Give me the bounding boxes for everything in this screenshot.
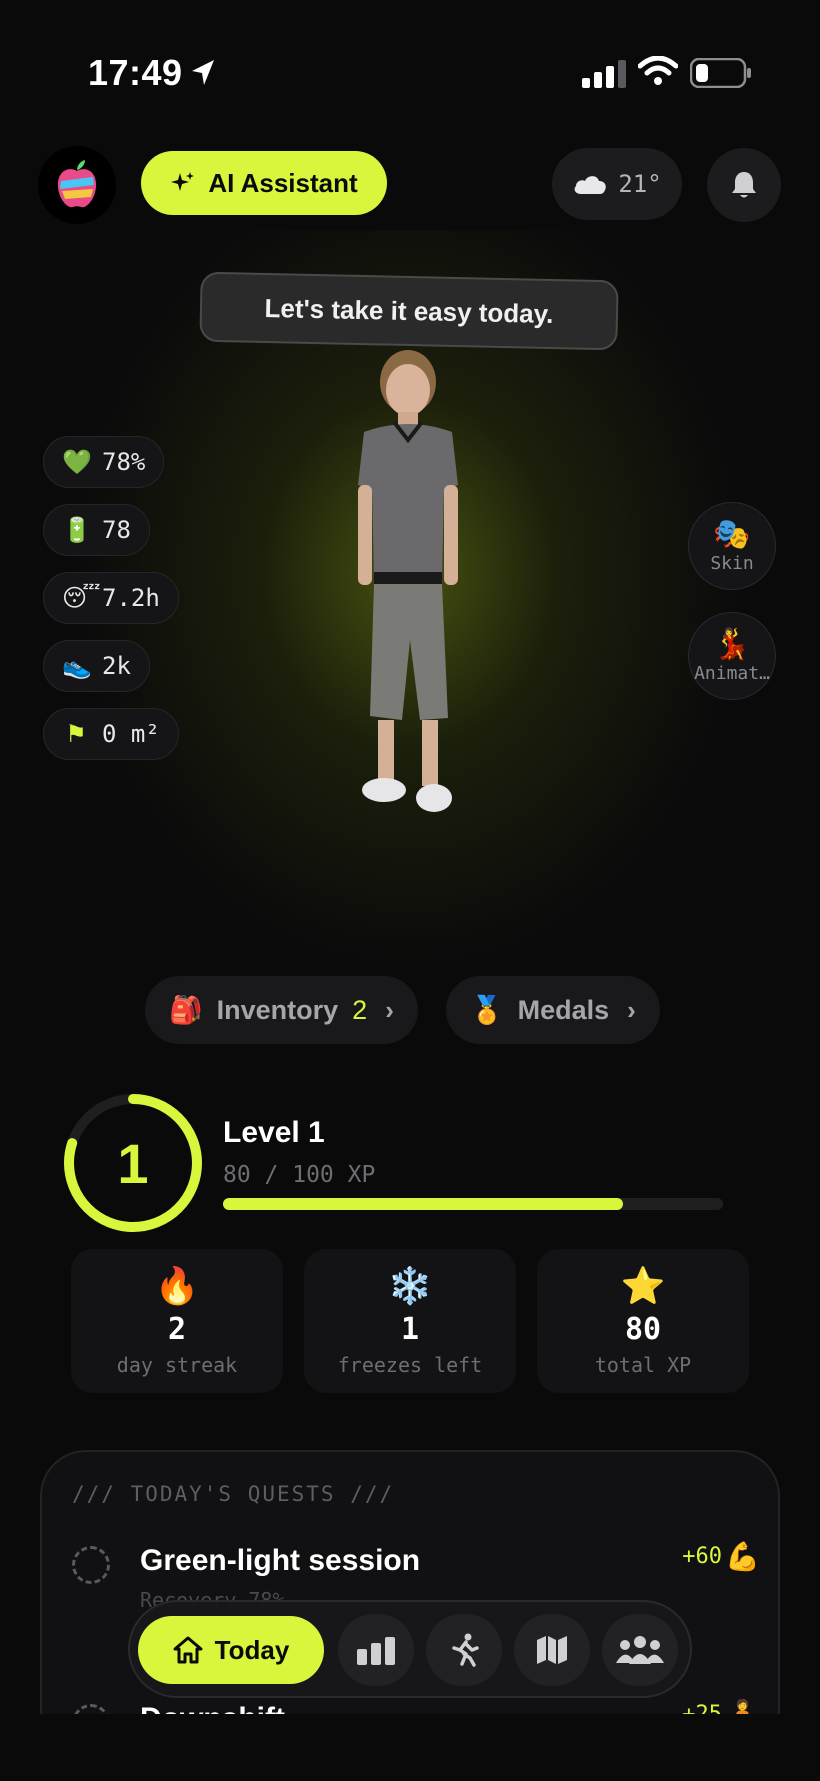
app-logo[interactable]	[38, 146, 116, 224]
chevron-right-icon: ›	[627, 994, 636, 1025]
freezes-card[interactable]: ❄️ 1 freezes left	[304, 1249, 516, 1393]
stat-value-recovery: 78%	[102, 448, 146, 476]
notifications-button[interactable]	[707, 148, 781, 222]
level-xp-text: 80 / 100 XP	[223, 1162, 376, 1188]
friends-group-icon	[616, 1636, 664, 1664]
freezes-label: freezes left	[337, 1352, 483, 1377]
stat-chip-recovery[interactable]: 💚 78%	[43, 436, 165, 488]
tab-today[interactable]: Today	[138, 1616, 324, 1684]
stat-value-sleep: 7.2h	[102, 584, 160, 612]
ai-assistant-button[interactable]: AI Assistant	[141, 151, 387, 215]
streak-label: day streak	[116, 1352, 238, 1377]
total-xp-card[interactable]: ⭐ 80 total XP	[537, 1249, 749, 1393]
streak-value: 2	[167, 1311, 187, 1347]
map-icon	[537, 1636, 567, 1664]
skin-label: Skin	[710, 552, 754, 574]
avatar-speech-bubble: Let's take it easy today.	[199, 271, 619, 351]
status-time: 17:49	[88, 52, 183, 93]
stat-value-energy: 78	[102, 516, 131, 544]
stat-value-steps: 2k	[102, 652, 131, 680]
battery-icon	[690, 58, 751, 88]
wifi-icon	[638, 56, 678, 85]
bottom-mask	[0, 1714, 820, 1781]
stat-chip-sleep[interactable]: 😴 7.2h	[43, 572, 179, 624]
ai-assistant-label: AI Assistant	[208, 167, 358, 198]
theater-masks-icon: 🎭	[713, 517, 751, 551]
animation-label: Animat…	[694, 662, 770, 684]
inventory-button[interactable]: 🎒 Inventory 2 ›	[145, 976, 418, 1044]
battery-emoji-icon: 🔋	[62, 516, 92, 544]
fire-icon: 🔥	[154, 1264, 200, 1306]
bar-chart-icon	[357, 1637, 395, 1665]
tab-run[interactable]	[426, 1614, 502, 1686]
flexed-biceps-icon: 💪	[725, 1541, 760, 1572]
snowflake-icon: ❄️	[387, 1264, 433, 1306]
xp-progress-bar	[223, 1198, 723, 1210]
total-xp-label: total XP	[594, 1352, 692, 1377]
animation-button[interactable]: 💃 Animat…	[688, 612, 776, 700]
inventory-count: 2	[352, 994, 368, 1025]
total-xp-value: 80	[624, 1311, 662, 1347]
backpack-icon: 🎒	[169, 995, 203, 1025]
weather-temperature: 21°	[618, 170, 662, 198]
medal-icon: 🏅	[470, 995, 504, 1025]
stat-chip-steps[interactable]: 👟 2k	[43, 640, 150, 692]
sleeping-face-icon: 😴	[62, 584, 101, 612]
quests-title: /// TODAY'S QUESTS ///	[72, 1482, 395, 1506]
cloud-icon	[574, 176, 607, 194]
tab-today-label: Today	[214, 1634, 290, 1665]
dancer-icon: 💃	[713, 627, 751, 661]
bell-icon	[732, 172, 756, 198]
colorful-apple-logo-icon	[57, 160, 97, 208]
quest-xp-reward: +60	[682, 1544, 722, 1569]
sneaker-icon: 👟	[62, 652, 92, 680]
running-figure-icon	[452, 1633, 479, 1667]
home-icon	[173, 1636, 203, 1664]
weather-widget[interactable]: 21°	[552, 148, 682, 220]
quest-title: Green-light session	[140, 1544, 421, 1577]
tab-friends[interactable]	[602, 1614, 678, 1686]
streak-card[interactable]: 🔥 2 day streak	[71, 1249, 283, 1393]
green-heart-icon: 💚	[62, 448, 92, 476]
cellular-signal-icon	[582, 60, 626, 88]
star-icon: ⭐	[620, 1264, 666, 1306]
avatar-character[interactable]	[330, 340, 490, 840]
location-arrow-icon	[192, 60, 214, 85]
medals-label: Medals	[517, 994, 610, 1025]
stat-chip-energy[interactable]: 🔋 78	[43, 504, 150, 556]
sparkles-icon	[171, 172, 195, 191]
tab-map[interactable]	[514, 1614, 590, 1686]
freezes-value: 1	[400, 1311, 420, 1347]
xp-progress-fill	[223, 1198, 623, 1210]
flag-icon: ⚑	[65, 720, 87, 748]
level-title: Level 1	[223, 1116, 325, 1149]
level-number: 1	[117, 1131, 149, 1195]
medals-button[interactable]: 🏅 Medals ›	[446, 976, 660, 1044]
stat-value-territory: 0 m²	[102, 720, 160, 748]
chevron-right-icon: ›	[385, 994, 394, 1025]
inventory-label: Inventory	[216, 994, 339, 1025]
stat-chip-territory[interactable]: ⚑ 0 m²	[43, 708, 179, 760]
skin-button[interactable]: 🎭 Skin	[688, 502, 776, 590]
quest-checkbox[interactable]	[72, 1546, 110, 1584]
bottom-tab-bar: Today	[128, 1600, 692, 1698]
tab-stats[interactable]	[338, 1614, 414, 1686]
